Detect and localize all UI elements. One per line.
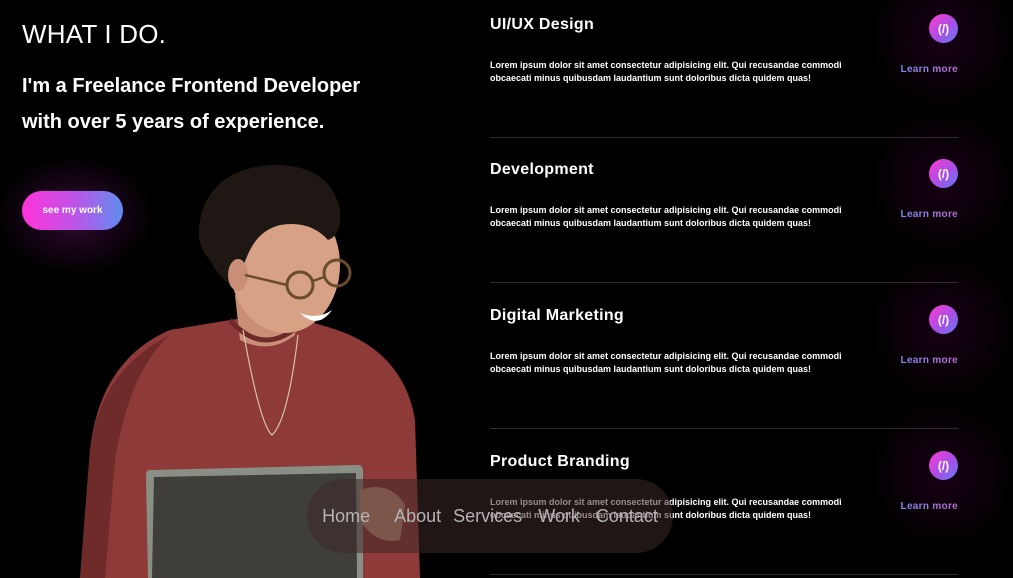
service-title: Development [490, 161, 594, 178]
learn-more-link[interactable]: Learn more [901, 64, 958, 75]
service-item-uiux: UI/UX Design (/) Lorem ipsum dolor sit a… [490, 0, 958, 138]
service-title: Digital Marketing [490, 307, 625, 324]
page: WHAT I DO. I'm a Freelance Frontend Deve… [0, 0, 1013, 578]
code-icon: (/) [929, 451, 958, 480]
code-icon: (/) [929, 14, 958, 43]
learn-more-link[interactable]: Learn more [901, 501, 958, 512]
service-description: Lorem ipsum dolor sit amet consectetur a… [490, 60, 842, 83]
code-icon: (/) [929, 305, 958, 334]
service-item-digital-marketing: Digital Marketing (/) Lorem ipsum dolor … [490, 283, 958, 429]
nav-services[interactable]: Services [447, 506, 528, 527]
nav-about[interactable]: About [376, 506, 447, 527]
service-item-development: Development (/) Lorem ipsum dolor sit am… [490, 137, 958, 283]
nav-home[interactable]: Home [316, 506, 376, 527]
service-title: Product Branding [490, 453, 630, 470]
service-description: Lorem ipsum dolor sit amet consectetur a… [490, 205, 842, 228]
learn-more-link[interactable]: Learn more [901, 209, 958, 220]
tagline: I'm a Freelance Frontend Developer with … [22, 75, 361, 133]
nav-contact[interactable]: Contact [586, 506, 664, 527]
nav-work[interactable]: Work [528, 506, 586, 527]
code-icon: (/) [929, 159, 958, 188]
service-title: UI/UX Design [490, 16, 595, 33]
learn-more-link[interactable]: Learn more [901, 355, 958, 366]
floating-nav: Home About Services Work Contact [307, 479, 673, 553]
service-description: Lorem ipsum dolor sit amet consectetur a… [490, 351, 842, 374]
section-heading: WHAT I DO. [22, 19, 167, 49]
